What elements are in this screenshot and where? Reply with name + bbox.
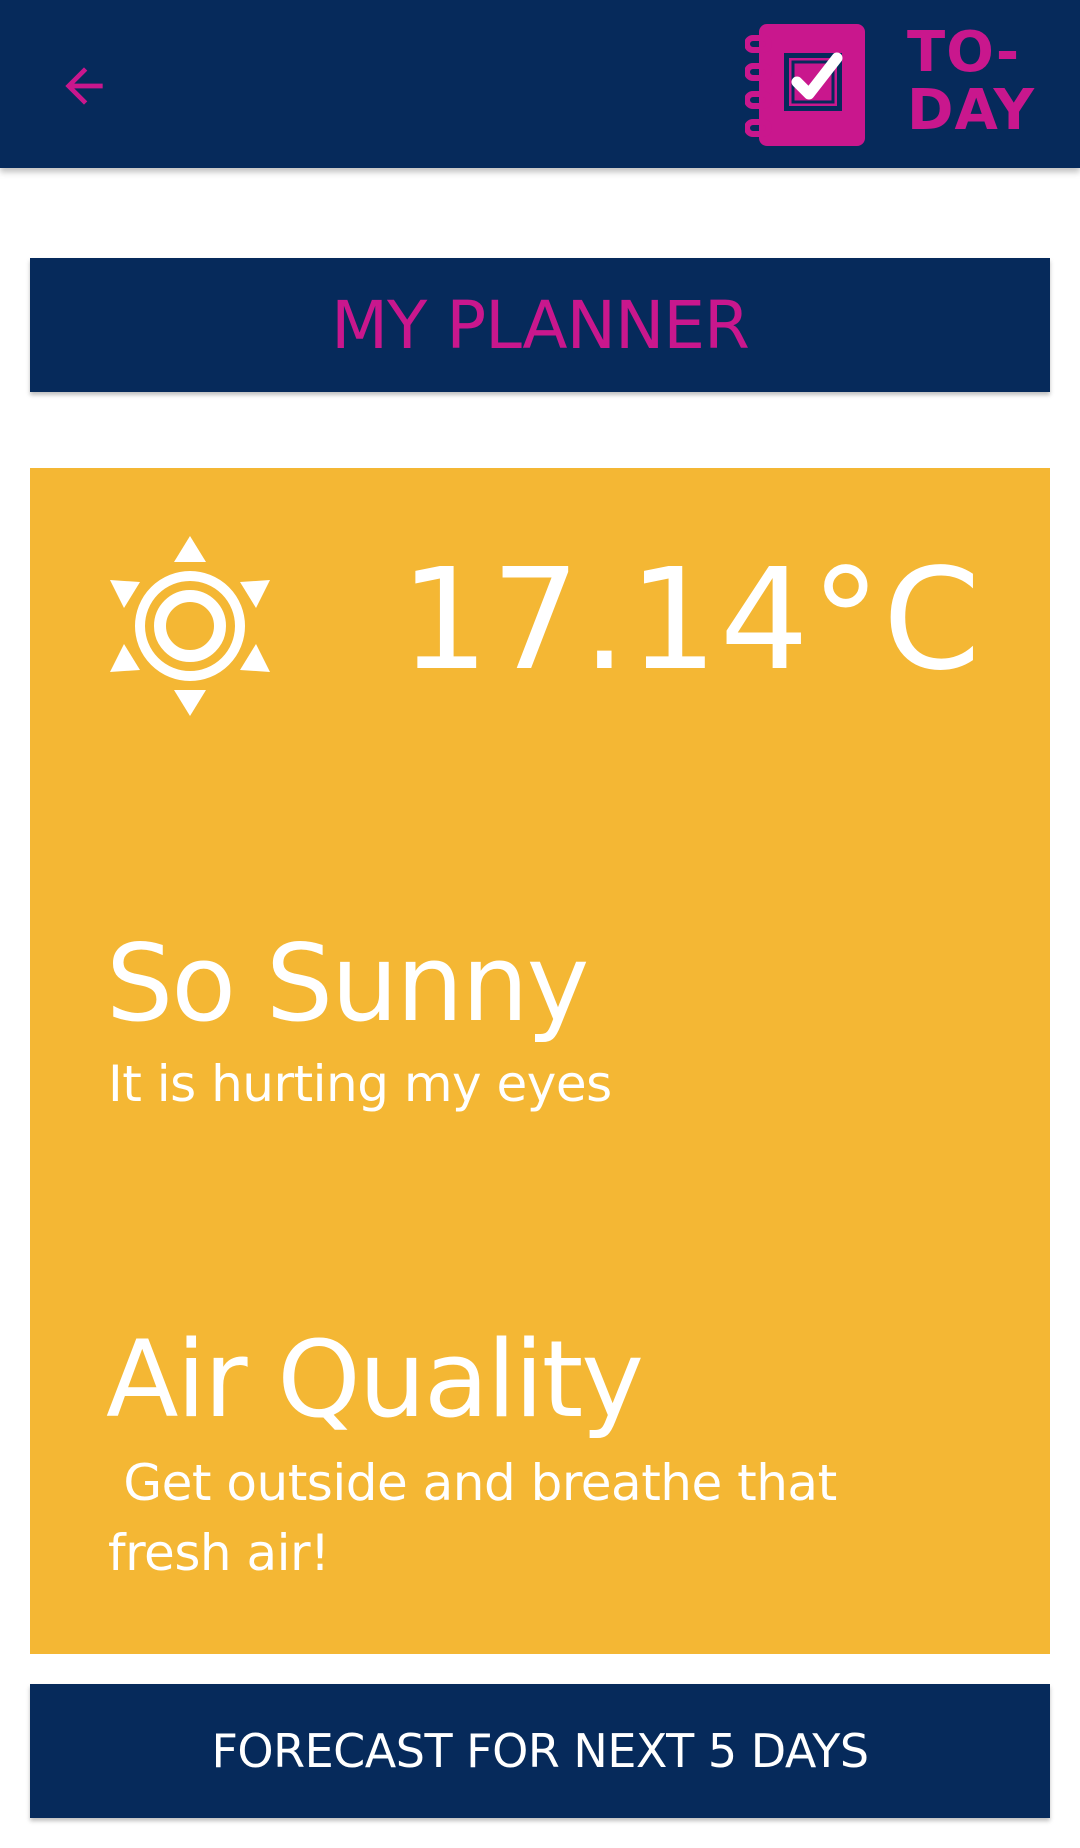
notebook-check-icon bbox=[745, 24, 865, 146]
page-title: MY PLANNER bbox=[331, 286, 750, 364]
weather-card: 17.14°C So Sunny It is hurting my eyes A… bbox=[30, 468, 1050, 1654]
arrow-left-icon bbox=[65, 67, 103, 105]
weather-condition-description: It is hurting my eyes bbox=[108, 1055, 612, 1113]
app-logo: TO- DAY bbox=[745, 18, 1055, 150]
weather-condition-title: So Sunny bbox=[106, 922, 589, 1045]
forecast-button[interactable]: FORECAST FOR NEXT 5 DAYS bbox=[30, 1684, 1050, 1818]
planner-banner: MY PLANNER bbox=[30, 258, 1050, 392]
sun-icon bbox=[110, 536, 270, 716]
air-quality-description: Get outside and breathe that fresh air! bbox=[108, 1454, 853, 1582]
forecast-button-label: FORECAST FOR NEXT 5 DAYS bbox=[211, 1724, 869, 1778]
air-quality-title: Air Quality bbox=[106, 1318, 644, 1441]
logo-text: TO- DAY bbox=[907, 24, 1035, 140]
temperature-value: 17.14°C bbox=[400, 539, 983, 702]
back-button[interactable] bbox=[48, 50, 120, 122]
logo-text-line2: DAY bbox=[907, 78, 1036, 143]
logo-text-line1: TO- bbox=[907, 20, 1021, 85]
app-bar: TO- DAY bbox=[0, 0, 1080, 168]
